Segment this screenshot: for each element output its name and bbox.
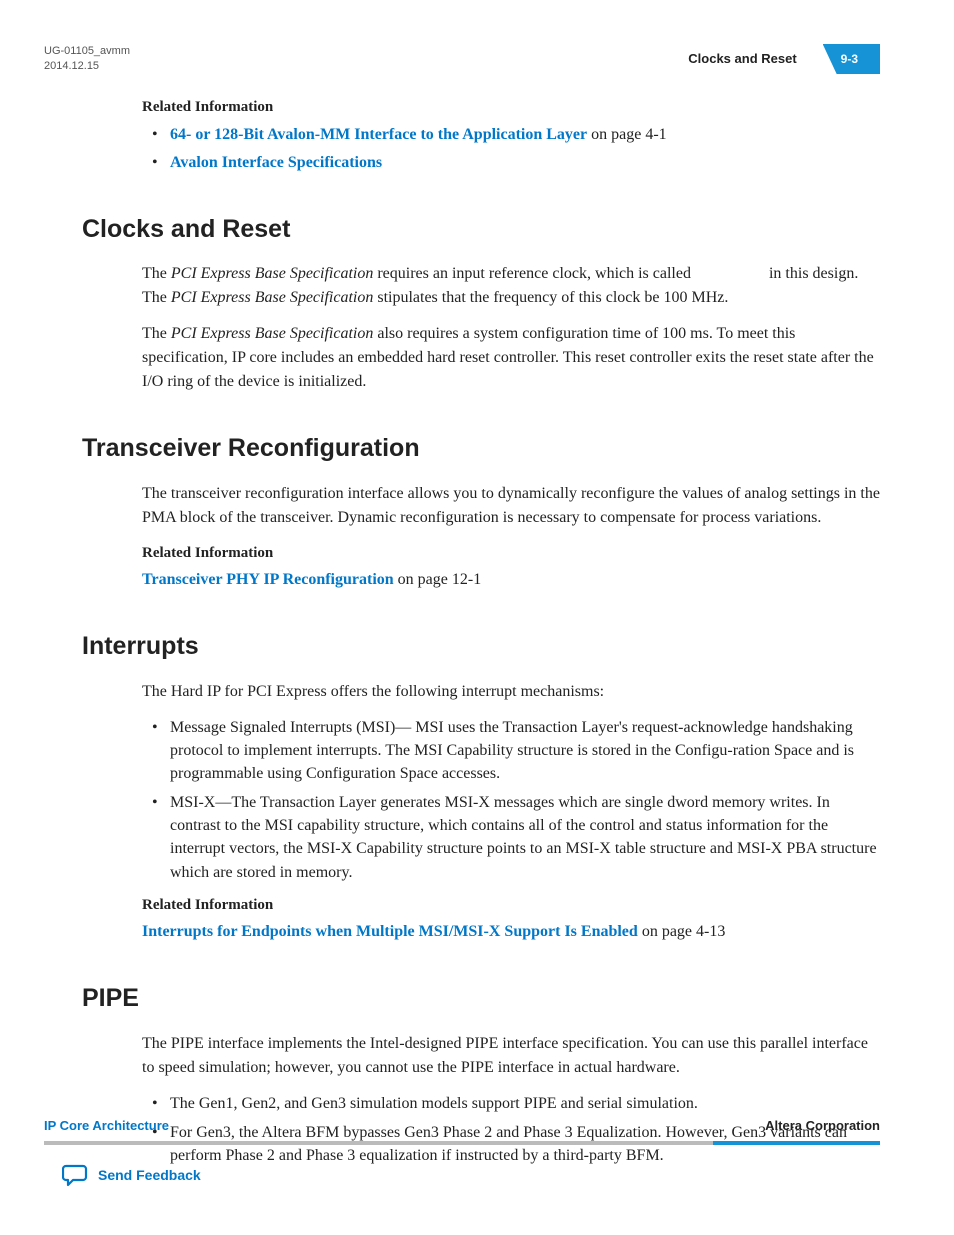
doc-meta: UG-01105_avmm 2014.12.15 [44, 44, 130, 74]
body-text: The PCI Express Base Specification also … [142, 322, 880, 394]
page-number-tab: 9-3 [823, 44, 880, 74]
interrupts-list: Message Signaled Interrupts (MSI)— MSI u… [152, 716, 880, 884]
running-section-label: Clocks and Reset [688, 49, 796, 69]
footer-chapter-label: IP Core Architecture [44, 1116, 169, 1136]
list-item: The Gen1, Gen2, and Gen3 simulation mode… [152, 1092, 880, 1115]
speech-bubble-icon [62, 1163, 88, 1187]
heading-interrupts: Interrupts [82, 628, 880, 666]
link-transceiver-phy-reconfig[interactable]: Transceiver PHY IP Reconfiguration [142, 571, 394, 588]
list-item: Message Signaled Interrupts (MSI)— MSI u… [152, 716, 880, 786]
heading-transceiver-reconfig: Transceiver Reconfiguration [82, 430, 880, 468]
list-item: MSI-X—The Transaction Layer generates MS… [152, 791, 880, 884]
footer-divider [44, 1141, 880, 1145]
related-info-top: Related Information 64- or 128-Bit Avalo… [142, 96, 880, 175]
body-text: The transceiver reconfiguration interfac… [142, 482, 880, 530]
doc-date: 2014.12.15 [44, 59, 130, 74]
doc-id: UG-01105_avmm [44, 44, 130, 59]
link-suffix: on page 4-13 [638, 923, 726, 940]
related-info-heading: Related Information [142, 96, 880, 119]
page-header: UG-01105_avmm 2014.12.15 Clocks and Rese… [44, 44, 880, 74]
body-text: The PIPE interface implements the Intel‑… [142, 1032, 880, 1080]
section-transceiver-reconfig: Transceiver Reconfiguration The transcei… [82, 430, 880, 592]
related-info-heading: Related Information [142, 542, 880, 565]
related-info-line: Transceiver PHY IP Reconfiguration on pa… [142, 568, 880, 592]
heading-pipe: PIPE [82, 980, 880, 1018]
footer-company: Altera Corporation [765, 1116, 880, 1136]
link-avalon-spec[interactable]: Avalon Interface Specifications [170, 154, 382, 171]
list-item: Avalon Interface Specifications [152, 151, 880, 175]
page-footer: IP Core Architecture Altera Corporation … [44, 1116, 880, 1188]
heading-clocks-and-reset: Clocks and Reset [82, 211, 880, 249]
link-suffix: on page 4-1 [587, 126, 667, 143]
section-clocks-and-reset: Clocks and Reset The PCI Express Base Sp… [82, 211, 880, 395]
related-info-line: Interrupts for Endpoints when Multiple M… [142, 920, 880, 944]
link-interrupts-endpoints[interactable]: Interrupts for Endpoints when Multiple M… [142, 923, 638, 940]
feedback-row: Send Feedback [62, 1163, 880, 1187]
related-info-list: 64- or 128-Bit Avalon-MM Interface to th… [152, 123, 880, 175]
body-text: The PCI Express Base Specification requi… [142, 262, 880, 310]
section-interrupts: Interrupts The Hard IP for PCI Express o… [82, 628, 880, 944]
link-suffix: on page 12-1 [394, 571, 482, 588]
header-right: Clocks and Reset 9-3 [688, 44, 880, 74]
related-info-heading: Related Information [142, 894, 880, 917]
send-feedback-link[interactable]: Send Feedback [98, 1165, 201, 1186]
body-text: The Hard IP for PCI Express offers the f… [142, 680, 880, 704]
list-item: 64- or 128-Bit Avalon-MM Interface to th… [152, 123, 880, 147]
link-avalon-mm-interface[interactable]: 64- or 128-Bit Avalon-MM Interface to th… [170, 126, 587, 143]
